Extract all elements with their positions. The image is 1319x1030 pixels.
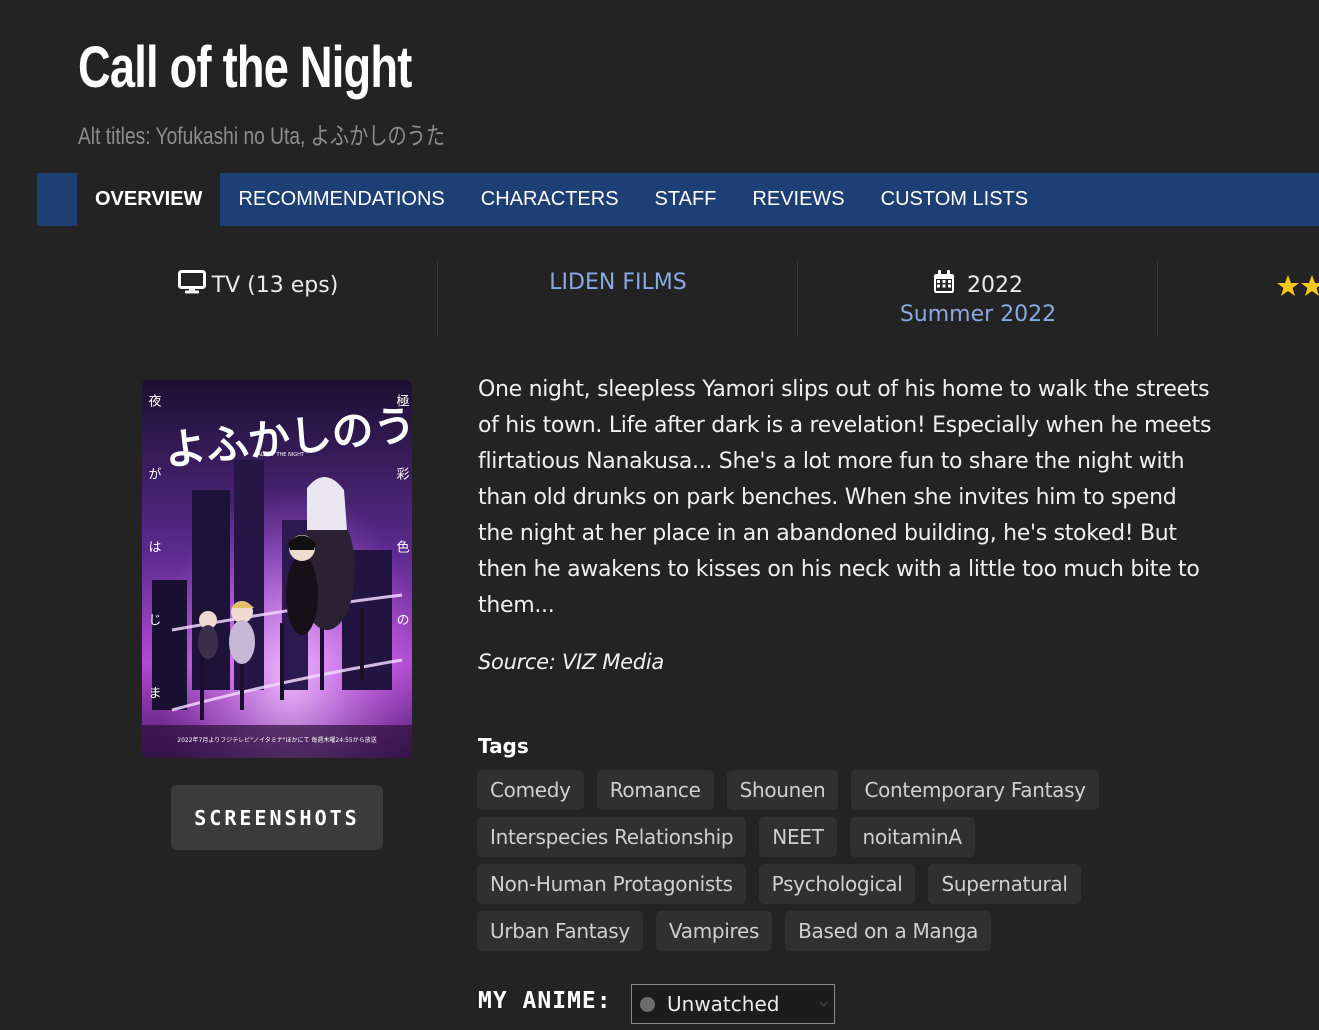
my-anime-label: MY ANIME: [478,988,612,1014]
star-icon [1277,275,1319,296]
studio-link[interactable]: LIDEN FILMS [549,270,686,295]
season-link[interactable]: Summer 2022 [900,302,1056,327]
tag-vampires[interactable]: Vampires [655,911,773,951]
poster-caption-en: CALL OF THE NIGHT [254,452,305,458]
tag-based-on-a-manga[interactable]: Based on a Manga [785,911,992,951]
tab-bar: OVERVIEW RECOMMENDATIONS CHARACTERS STAF… [37,173,1319,226]
poster-side-left: 夜がはじまる [146,394,162,758]
format-text: TV (13 eps) [211,272,339,298]
tag-comedy[interactable]: Comedy [477,770,584,810]
tag-contemporary-fantasy[interactable]: Contemporary Fantasy [851,770,1099,810]
tag-shounen[interactable]: Shounen [726,770,839,810]
watch-status-value: Unwatched [667,992,780,1016]
chevron-down-icon: ⌵ [819,996,828,1009]
tag-noitamina[interactable]: noitaminA [849,817,975,857]
status-dot-icon [640,996,655,1012]
tag-psychological[interactable]: Psychological [758,864,916,904]
calendar-icon [933,270,955,300]
tag-urban-fantasy[interactable]: Urban Fantasy [477,911,643,951]
watch-status-select[interactable]: Unwatched ⌵ [631,984,835,1024]
tab-characters[interactable]: CHARACTERS [463,173,637,226]
info-bar: TV (13 eps) LIDEN FILMS 2022 Summer 2022 [78,262,1319,336]
tag-non-human-protagonists[interactable]: Non-Human Protagonists [477,864,746,904]
poster-bottom-text: 2022年7月よりフジテレビ"ノイタミナ"ほかにて 毎週木曜24:55から放送 [177,736,376,744]
alt-titles-label: Alt titles: [78,123,151,150]
alt-titles: Alt titles: Yofukashi no Uta, よふかしのうた [78,116,445,151]
star-rating [1276,274,1319,302]
tag-neet[interactable]: NEET [759,817,837,857]
studio-info: LIDEN FILMS [438,262,798,336]
format-info: TV (13 eps) [78,262,438,336]
tab-custom-lists[interactable]: CUSTOM LISTS [863,173,1046,226]
monitor-icon [177,270,206,300]
tab-overview[interactable]: OVERVIEW [77,173,221,226]
tab-staff[interactable]: STAFF [637,173,735,226]
year-text: 2022 [967,272,1023,298]
tag-interspecies-relationship[interactable]: Interspecies Relationship [477,817,747,857]
poster-side-right: 極彩色の [394,393,410,686]
alt-titles-value: Yofukashi no Uta, よふかしのうた [155,123,446,150]
tag-list: Comedy Romance Shounen Contemporary Fant… [477,770,1237,958]
page-title: Call of the Night [78,35,412,100]
tags-heading: Tags [478,734,529,758]
date-info: 2022 Summer 2022 [798,262,1158,336]
synopsis: One night, sleepless Yamori slips out of… [478,377,1212,618]
poster-image[interactable]: よふかしのうた CALL OF THE NIGHT 夜がはじまる 極彩色の 20… [142,380,412,758]
tag-supernatural[interactable]: Supernatural [928,864,1081,904]
tab-reviews[interactable]: REVIEWS [734,173,862,226]
tab-recommendations[interactable]: RECOMMENDATIONS [220,173,462,226]
screenshots-button[interactable]: SCREENSHOTS [171,785,383,850]
synopsis-source: Source: VIZ Media [478,650,664,674]
tag-romance[interactable]: Romance [596,770,714,810]
